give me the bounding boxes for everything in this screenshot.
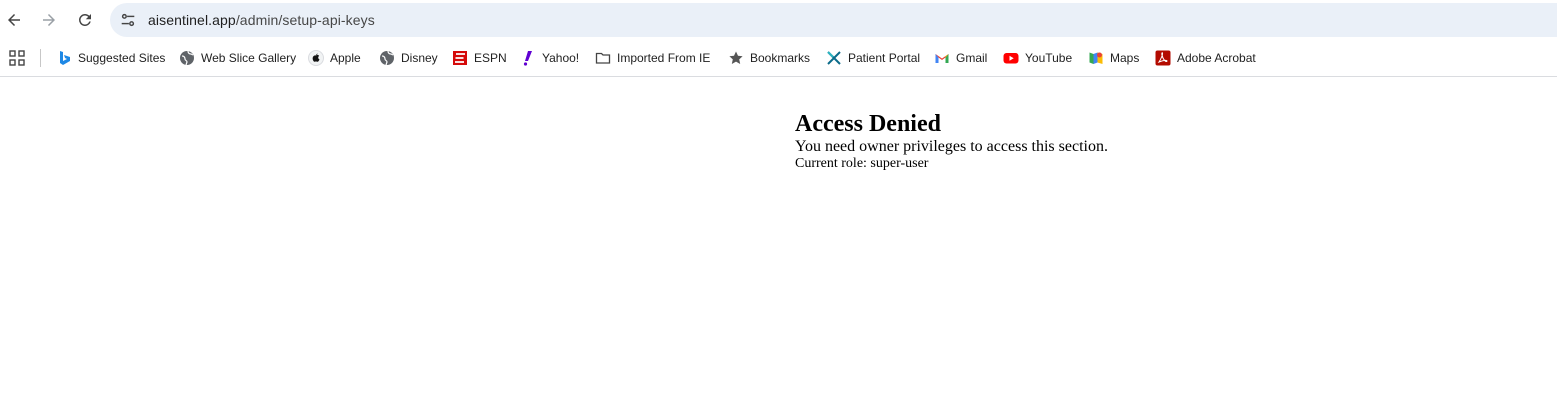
bing-icon <box>56 50 72 66</box>
apps-grid-icon[interactable] <box>9 50 25 66</box>
bookmark-label: Imported From IE <box>617 51 711 65</box>
bookmark-label: Suggested Sites <box>78 51 166 65</box>
address-bar[interactable]: aisentinel.app/admin/setup-api-keys <box>110 3 1557 37</box>
bookmark-web-slice-gallery[interactable]: Web Slice Gallery <box>179 48 296 68</box>
current-role-text: Current role: super-user <box>795 156 929 171</box>
gmail-icon <box>934 50 950 66</box>
forward-arrow-icon <box>43 14 55 26</box>
bookmarks-separator <box>40 49 41 67</box>
bookmark-label: Apple <box>330 51 361 65</box>
bookmark-yahoo[interactable]: Yahoo! <box>520 48 579 68</box>
espn-icon <box>452 50 468 66</box>
bookmark-label: Gmail <box>956 51 988 65</box>
acrobat-icon <box>1155 50 1171 66</box>
bookmark-maps[interactable]: Maps <box>1088 48 1139 68</box>
bookmark-bookmarks[interactable]: Bookmarks <box>728 48 810 68</box>
bookmark-label: Disney <box>401 51 438 65</box>
url-domain: aisentinel.app <box>148 12 236 28</box>
bookmark-label: Yahoo! <box>542 51 580 65</box>
site-info-icon[interactable] <box>118 10 138 30</box>
bookmark-suggested-sites[interactable]: Suggested Sites <box>56 48 165 68</box>
bookmark-label: Adobe Acrobat <box>1177 51 1256 65</box>
reload-button[interactable] <box>73 8 97 32</box>
patient-portal-icon <box>826 50 842 66</box>
bookmark-gmail[interactable]: Gmail <box>934 48 987 68</box>
access-message: You need owner privileges to access this… <box>795 138 1108 155</box>
forward-button[interactable] <box>37 8 61 32</box>
browser-toolbar: aisentinel.app/admin/setup-api-keys <box>0 0 1557 40</box>
bookmark-imported-from-ie[interactable]: Imported From IE <box>595 48 710 68</box>
maps-icon <box>1088 50 1104 66</box>
bookmark-label: Web Slice Gallery <box>201 51 297 65</box>
page-content: Access Denied You need owner privileges … <box>795 110 1108 172</box>
bookmark-adobe-acrobat[interactable]: Adobe Acrobat <box>1155 48 1256 68</box>
folder-icon <box>595 50 611 66</box>
bookmark-espn[interactable]: ESPN <box>452 48 507 68</box>
star-icon <box>728 50 744 66</box>
bookmark-label: Maps <box>1110 51 1140 65</box>
reload-icon <box>78 13 91 26</box>
bookmark-patient-portal[interactable]: Patient Portal <box>826 48 920 68</box>
youtube-icon <box>1003 50 1019 66</box>
back-arrow-icon <box>8 14 20 26</box>
bookmark-label: ESPN <box>474 51 507 65</box>
page-title: Access Denied <box>795 111 941 137</box>
bookmark-label: YouTube <box>1025 51 1073 65</box>
globe-icon <box>379 50 395 66</box>
back-button[interactable] <box>2 8 26 32</box>
bookmark-label: Bookmarks <box>750 51 811 65</box>
bookmark-apple[interactable]: Apple <box>308 48 361 68</box>
url-path: /admin/setup-api-keys <box>235 12 375 28</box>
bookmark-youtube[interactable]: YouTube <box>1003 48 1072 68</box>
globe-icon <box>179 50 195 66</box>
bookmarks-bar: Suggested Sites Web Slice Gallery Apple … <box>0 40 1557 77</box>
bookmark-label: Patient Portal <box>848 51 921 65</box>
yahoo-icon <box>520 50 536 66</box>
url-text[interactable]: aisentinel.app/admin/setup-api-keys <box>148 12 375 28</box>
apple-icon <box>308 50 324 66</box>
bookmark-disney[interactable]: Disney <box>379 48 438 68</box>
